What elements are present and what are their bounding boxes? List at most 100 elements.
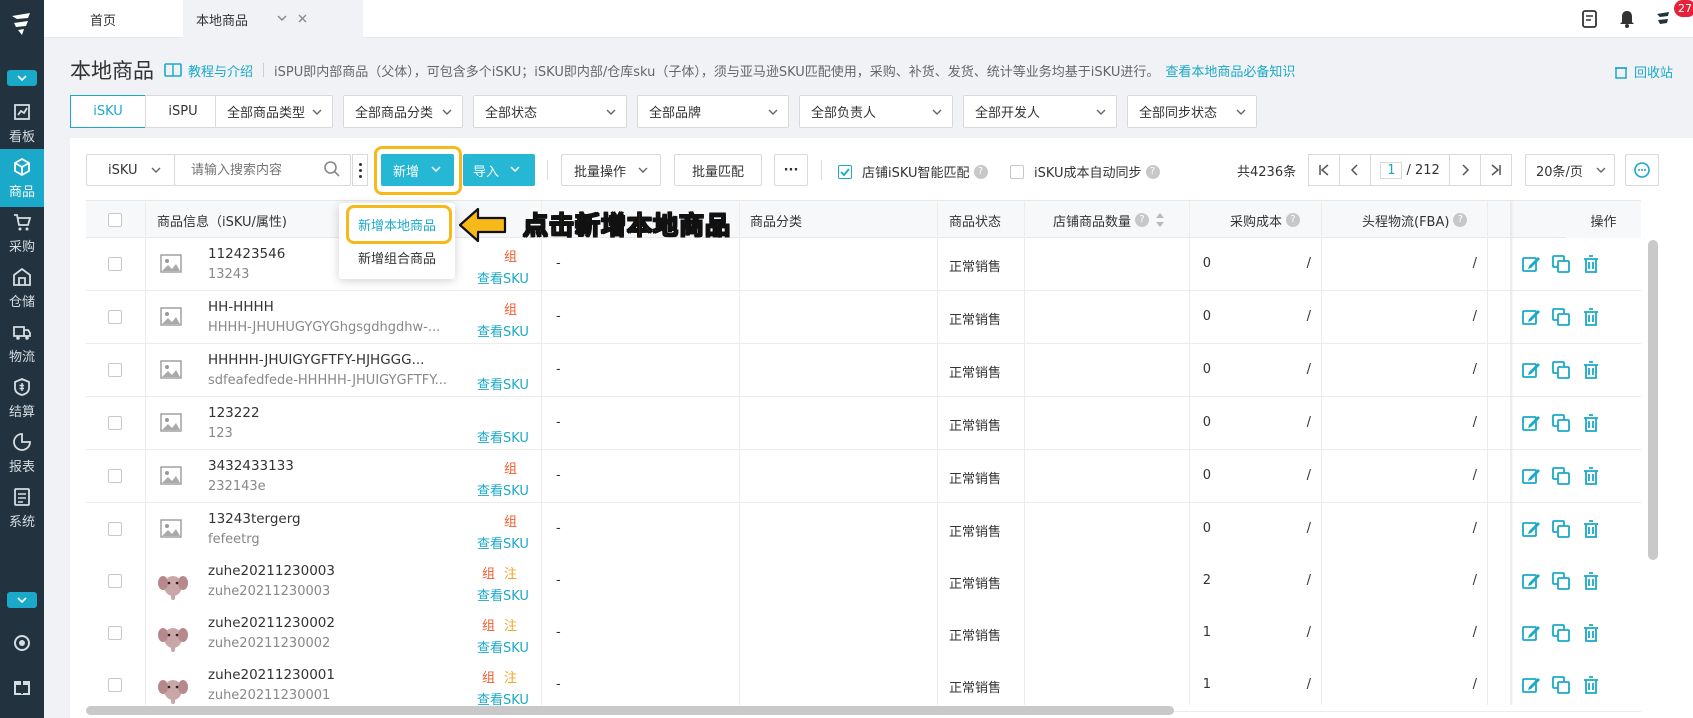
edit-icon[interactable] xyxy=(1521,466,1541,486)
isku-code[interactable]: HH-HHHH xyxy=(208,299,274,315)
view-sku-link[interactable]: 查看SKU xyxy=(477,321,529,340)
help-icon[interactable]: ? xyxy=(1453,213,1468,227)
vertical-scrollbar[interactable] xyxy=(1648,240,1658,560)
view-sku-link[interactable]: 查看SKU xyxy=(477,427,529,446)
isku-code[interactable]: 123222 xyxy=(208,405,260,421)
table-row[interactable]: 123222 123 查看SKU - 正常销售 0 / / xyxy=(86,397,1641,450)
delete-icon[interactable] xyxy=(1581,519,1601,539)
delete-icon[interactable] xyxy=(1581,307,1601,327)
table-row[interactable]: HHHHH-JHUIGYGFTFY-HJHGGG... sdfeafedfede-… xyxy=(86,344,1641,397)
smart-match-checkbox[interactable] xyxy=(838,164,852,179)
product-thumbnail[interactable] xyxy=(158,252,184,278)
view-sku-link[interactable]: 查看SKU xyxy=(477,637,529,656)
expand-more-button[interactable] xyxy=(7,592,37,608)
filter-select[interactable]: 全部负责人 xyxy=(799,95,953,128)
sidebar-item-report[interactable]: 报表 xyxy=(0,424,44,482)
row-checkbox[interactable] xyxy=(108,416,122,430)
row-checkbox[interactable] xyxy=(108,574,122,588)
close-icon[interactable] xyxy=(298,14,307,23)
filter-select[interactable]: 全部状态 xyxy=(473,95,627,128)
sidebar-item-system[interactable]: 系统 xyxy=(0,479,44,537)
sort-icon[interactable] xyxy=(1155,212,1165,228)
gift-icon[interactable] xyxy=(12,676,32,696)
product-thumbnail[interactable] xyxy=(158,621,188,652)
help-icon[interactable]: ? xyxy=(1286,213,1301,227)
delete-icon[interactable] xyxy=(1581,571,1601,591)
column-settings-button[interactable] xyxy=(1625,154,1659,186)
segment-ispu[interactable]: iSPU xyxy=(145,95,221,128)
more-button[interactable]: ··· xyxy=(774,154,808,186)
table-row[interactable]: 13243tergerg fefeetrg 组查看SKU - 正常销售 0 / / xyxy=(86,503,1641,556)
copy-icon[interactable] xyxy=(1551,466,1571,486)
prev-page-button[interactable] xyxy=(1339,154,1371,186)
isku-code[interactable]: 3432433133 xyxy=(208,458,294,474)
horizontal-scrollbar[interactable] xyxy=(86,706,1174,715)
view-sku-link[interactable]: 查看SKU xyxy=(477,480,529,499)
batch-operations-button[interactable]: 批量操作 xyxy=(561,154,661,186)
user-avatar-icon[interactable] xyxy=(1653,9,1673,29)
column-header-shop-qty[interactable]: 店铺商品数量? xyxy=(1053,201,1165,239)
row-checkbox[interactable] xyxy=(108,626,122,640)
row-checkbox[interactable] xyxy=(108,522,122,536)
table-row[interactable]: zuhe20211230002 zuhe20211230002 组注查看SKU - 正常… xyxy=(86,607,1641,660)
copy-icon[interactable] xyxy=(1551,254,1571,274)
batch-match-button[interactable]: 批量匹配 xyxy=(674,154,762,186)
isku-code[interactable]: 13243tergerg xyxy=(208,511,301,527)
page-size-select[interactable]: 20条/页 xyxy=(1525,154,1615,186)
edit-icon[interactable] xyxy=(1521,307,1541,327)
view-sku-link[interactable]: 查看SKU xyxy=(477,268,529,287)
delete-icon[interactable] xyxy=(1581,360,1601,380)
delete-icon[interactable] xyxy=(1581,254,1601,274)
table-row[interactable]: 3432433133 232143e 组查看SKU - 正常销售 0 / / xyxy=(86,450,1641,503)
copy-icon[interactable] xyxy=(1551,623,1571,643)
product-thumbnail[interactable] xyxy=(158,464,184,490)
filter-select[interactable]: 全部同步状态 xyxy=(1127,95,1257,128)
table-row[interactable]: 112423546 13243 组查看SKU - 正常销售 0 / / xyxy=(86,238,1641,291)
sidebar-item-truck[interactable]: 物流 xyxy=(0,314,44,372)
page-input[interactable]: 1 / 212 xyxy=(1370,154,1450,186)
row-checkbox[interactable] xyxy=(108,310,122,324)
filter-select[interactable]: 全部品牌 xyxy=(637,95,789,128)
delete-icon[interactable] xyxy=(1581,675,1601,695)
delete-icon[interactable] xyxy=(1581,413,1601,433)
sidebar-item-box[interactable]: 商品 xyxy=(0,149,44,207)
smart-match-toggle[interactable]: 店铺iSKU智能匹配 ? xyxy=(838,162,988,181)
bell-icon[interactable] xyxy=(1617,9,1637,29)
table-row[interactable]: zuhe20211230001 zuhe20211230001 组注查看SKU - 正常… xyxy=(86,659,1641,712)
table-row[interactable]: zuhe20211230003 zuhe20211230003 组注查看SKU - 正常… xyxy=(86,555,1641,608)
delete-icon[interactable] xyxy=(1581,466,1601,486)
edit-icon[interactable] xyxy=(1521,623,1541,643)
isku-code[interactable]: zuhe20211230003 xyxy=(208,563,335,579)
isku-code[interactable]: zuhe20211230001 xyxy=(208,667,335,683)
current-page[interactable]: 1 xyxy=(1380,161,1403,179)
help-icon[interactable]: ? xyxy=(1145,164,1160,179)
knowledge-link[interactable]: 查看本地商品必备知识 xyxy=(1165,61,1295,80)
filter-select[interactable]: 全部商品分类 xyxy=(343,95,463,128)
edit-icon[interactable] xyxy=(1521,571,1541,591)
product-thumbnail[interactable] xyxy=(158,569,188,600)
tutorial-link[interactable]: 教程与介绍 xyxy=(188,61,253,80)
sidebar-item-cart[interactable]: 采购 xyxy=(0,204,44,262)
chevron-down-icon[interactable] xyxy=(277,15,287,22)
delete-icon[interactable] xyxy=(1581,623,1601,643)
row-checkbox[interactable] xyxy=(108,469,122,483)
headset-icon[interactable] xyxy=(12,633,32,653)
copy-icon[interactable] xyxy=(1551,571,1571,591)
next-page-button[interactable] xyxy=(1449,154,1481,186)
cost-sync-toggle[interactable]: iSKU成本自动同步 ? xyxy=(1010,162,1160,181)
search-type-select[interactable]: iSKU xyxy=(86,154,175,186)
isku-code[interactable]: HHHHH-JHUIGYGFTFY-HJHGGG... xyxy=(208,352,424,368)
product-thumbnail[interactable] xyxy=(158,411,184,437)
first-page-button[interactable] xyxy=(1308,154,1340,186)
recycle-bin-link[interactable]: 回收站 xyxy=(1614,62,1673,81)
sidebar-item-chart[interactable]: 看板 xyxy=(0,94,44,152)
collapse-menu-button[interactable] xyxy=(7,70,37,86)
product-thumbnail[interactable] xyxy=(158,358,184,384)
copy-icon[interactable] xyxy=(1551,307,1571,327)
row-checkbox[interactable] xyxy=(108,363,122,377)
row-checkbox[interactable] xyxy=(108,678,122,692)
select-all-checkbox[interactable] xyxy=(108,213,122,227)
copy-icon[interactable] xyxy=(1551,675,1571,695)
import-button[interactable]: 导入 xyxy=(463,154,535,186)
help-icon[interactable]: ? xyxy=(1135,213,1150,227)
